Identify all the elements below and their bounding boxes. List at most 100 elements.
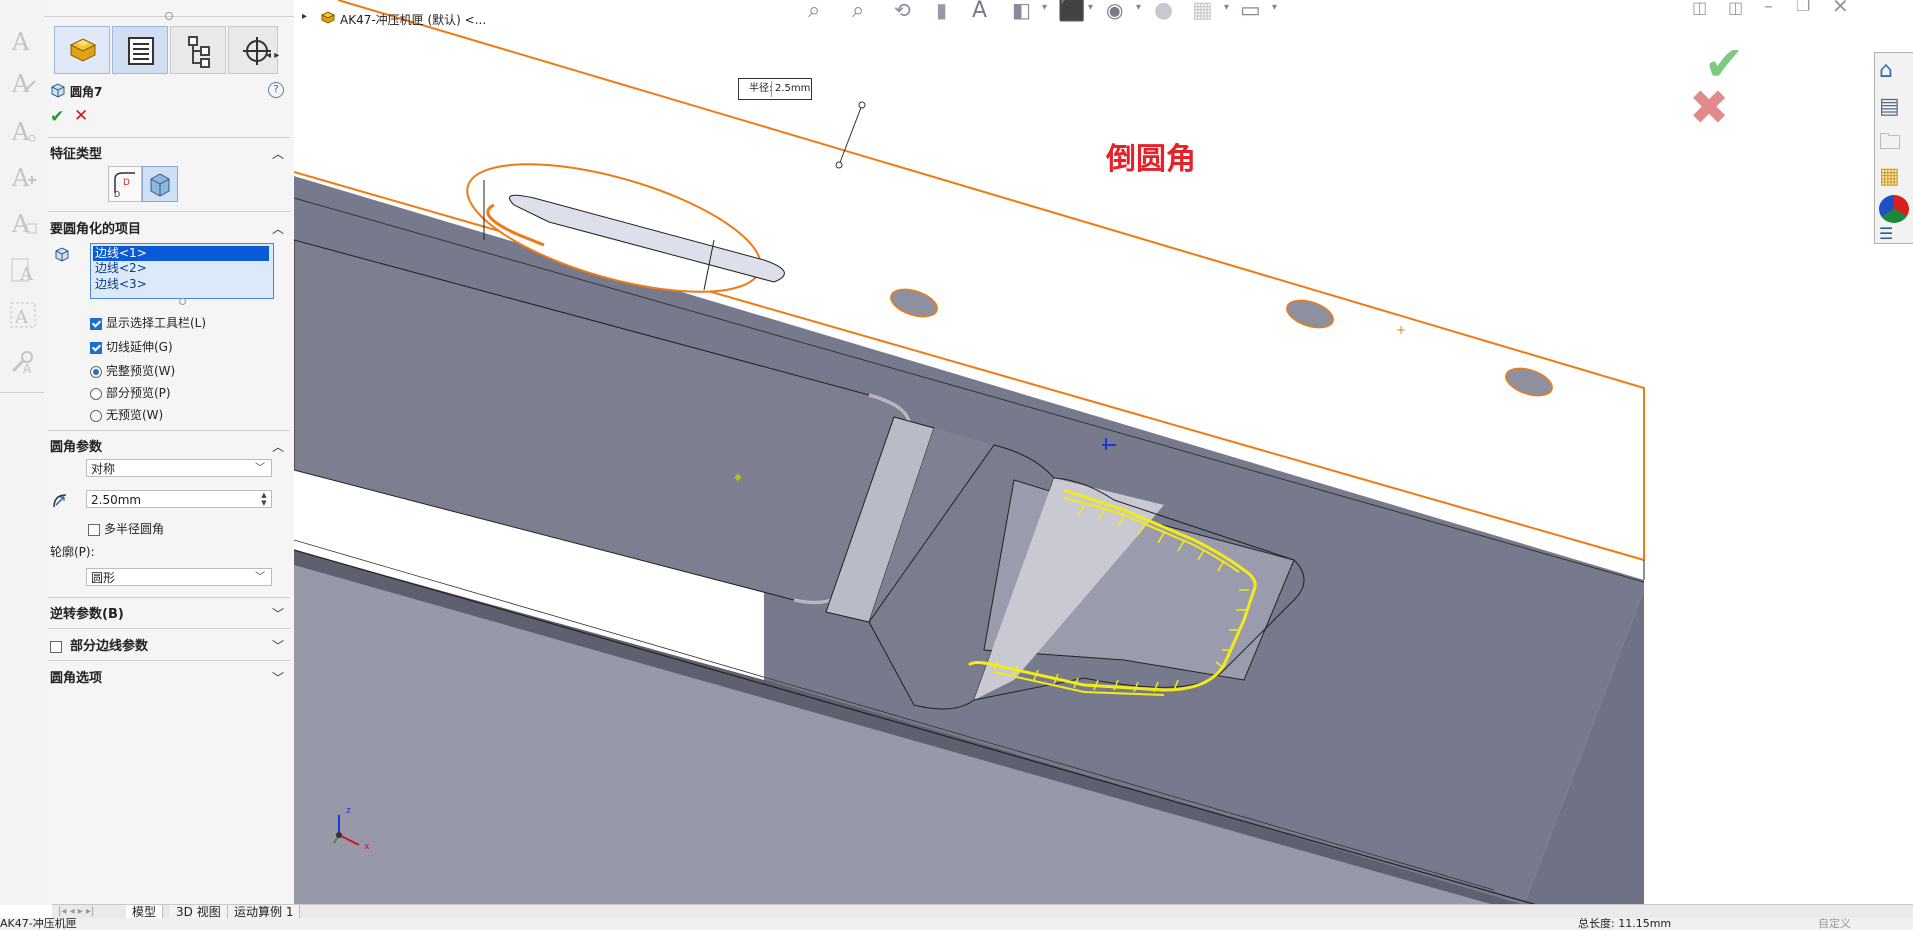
section-view-icon[interactable]: ▮ xyxy=(936,0,947,22)
show-selection-toolbar-checkbox[interactable]: 显示选择工具栏(L) xyxy=(90,314,206,331)
chevron-down-icon[interactable]: ▾ xyxy=(1088,2,1093,13)
manual-fillet-button[interactable]: DD xyxy=(108,166,142,202)
view-orientation-icon[interactable]: ◧ xyxy=(1012,0,1031,22)
design-library-icon[interactable]: ▤ xyxy=(1879,93,1909,121)
fillet-feature-icon xyxy=(50,82,66,98)
partial-preview-radio[interactable]: 部分预览(P) xyxy=(90,384,171,401)
tab-motion-study[interactable]: 运动算例 1 xyxy=(228,905,301,919)
list-resize-handle-icon[interactable] xyxy=(179,298,186,305)
chevron-down-icon[interactable]: ▾ xyxy=(1136,2,1141,13)
heads-up-toolbar: ⌕ ⌕ ⟲ ▮ A ◧ ▾ ⬛ ▾ ◉ ▾ ● ▦ ▾ ▭ ▾ xyxy=(794,0,1434,26)
custom-properties-icon[interactable]: ☰ xyxy=(1879,226,1909,242)
status-units[interactable]: 自定义 xyxy=(1818,918,1851,930)
view-settings-icon[interactable]: ▭ xyxy=(1240,0,1261,23)
previous-view-icon[interactable]: ⟲ xyxy=(894,0,911,22)
tab-3d-view[interactable]: 3D 视图 xyxy=(170,905,228,919)
restore-icon[interactable]: ❐ xyxy=(1796,0,1810,15)
tab-model[interactable]: 模型 xyxy=(126,905,164,919)
apply-scene-icon[interactable]: ▦ xyxy=(1192,0,1213,23)
radio[interactable] xyxy=(90,387,102,400)
text-page-icon[interactable]: A xyxy=(8,256,38,286)
section-fillet-parameters[interactable]: 圆角参数 ︿ xyxy=(50,436,288,458)
minimize-icon[interactable]: – xyxy=(1764,0,1773,17)
wrench-text-icon[interactable]: A xyxy=(8,346,38,376)
tile-right-icon[interactable]: ◫ xyxy=(1728,0,1743,17)
zoom-to-fit-icon[interactable]: ⌕ xyxy=(808,0,820,23)
tab-property-manager[interactable] xyxy=(112,26,168,74)
text-link-icon[interactable]: A xyxy=(8,116,38,146)
manager-tabs: ◂ ▸ xyxy=(44,24,294,76)
radius-input[interactable]: 2.50mm ▲ ▼ xyxy=(86,490,272,508)
chevron-down-icon[interactable]: ▾ xyxy=(1224,2,1229,13)
tangent-propagation-checkbox[interactable]: 切线延伸(G) xyxy=(90,338,173,355)
edit-appearance-icon[interactable]: ● xyxy=(1154,0,1173,23)
section-feature-type[interactable]: 特征类型 ︿ xyxy=(50,143,288,165)
zoom-area-icon[interactable]: ⌕ xyxy=(852,0,864,23)
cancel-button[interactable]: ✕ xyxy=(74,106,88,126)
svg-text:A: A xyxy=(11,28,30,56)
chevron-up-icon[interactable]: ︿ xyxy=(272,438,284,455)
no-preview-radio[interactable]: 无预览(W) xyxy=(90,406,163,423)
list-item[interactable]: 边线<2> xyxy=(93,261,269,276)
section-setback-parameters[interactable]: 逆转参数(B) ﹀ xyxy=(50,603,288,625)
pm-top-splitter[interactable] xyxy=(44,2,294,20)
appearances-icon[interactable] xyxy=(1879,195,1909,223)
radio[interactable] xyxy=(90,409,102,422)
edges-selection-list[interactable]: 边线<1> 边线<2> 边线<3> xyxy=(90,243,274,299)
ok-button[interactable]: ✔ xyxy=(50,107,64,127)
spin-arrows-icon[interactable]: ▲ ▼ xyxy=(259,491,269,507)
section-fillet-options[interactable]: 圆角选项 ﹀ xyxy=(50,667,288,689)
chevron-down-icon[interactable]: ▾ xyxy=(1272,2,1277,13)
text-dashed-icon[interactable]: A xyxy=(8,300,38,330)
radius-callout[interactable]: 半径: 2.5mm xyxy=(738,78,812,100)
list-item[interactable]: 边线<1> xyxy=(93,246,269,261)
tab-configuration-manager[interactable] xyxy=(170,26,226,74)
help-icon[interactable]: ? xyxy=(268,82,284,98)
text-add-icon[interactable]: A xyxy=(8,162,38,192)
tab-scroll-arrows-icon[interactable]: ◂ ▸ xyxy=(266,50,279,61)
fillet-method-select[interactable]: 对称 ﹀ xyxy=(86,459,272,477)
model-view[interactable]: + ◆ xyxy=(294,0,1913,905)
graphics-area[interactable]: + ◆ ▸ AK47-冲压机匣 (默认) <... ⌕ ⌕ ⟲ ▮ A ◧ ▾ … xyxy=(294,0,1913,905)
text-edit-icon[interactable]: A xyxy=(8,68,38,98)
chevron-down-icon[interactable]: ﹀ xyxy=(272,637,284,654)
hide-show-items-icon[interactable]: ◉ xyxy=(1106,0,1123,22)
radio-label: 无预览(W) xyxy=(106,408,164,422)
radio-label: 部分预览(P) xyxy=(106,386,171,400)
tile-left-icon[interactable]: ◫ xyxy=(1692,0,1707,17)
checkbox[interactable] xyxy=(50,640,62,653)
checkbox[interactable] xyxy=(90,317,102,330)
display-style-icon[interactable]: ⬛ xyxy=(1058,0,1085,23)
home-icon[interactable]: ⌂ xyxy=(1879,57,1909,85)
section-partial-edge-parameters[interactable]: 部分边线参数 ﹀ xyxy=(50,635,288,657)
chevron-down-icon[interactable]: ﹀ xyxy=(272,605,284,622)
tree-expand-icon[interactable]: ▸ xyxy=(302,11,307,22)
list-item[interactable]: 边线<3> xyxy=(93,277,269,292)
chevron-up-icon[interactable]: ︿ xyxy=(272,145,284,162)
tab-scroll-arrows-icon[interactable]: |◂ ◂ ▸ ▸| xyxy=(58,905,94,919)
tree-root-label[interactable]: AK47-冲压机匣 (默认) <... xyxy=(340,11,486,28)
full-preview-radio[interactable]: 完整预览(W) xyxy=(90,362,175,379)
text-frame-icon[interactable]: A xyxy=(8,208,38,238)
text-tool-icon[interactable]: A xyxy=(8,26,38,56)
chevron-down-icon[interactable]: ▾ xyxy=(1042,2,1047,13)
profile-select[interactable]: 圆形 ﹀ xyxy=(86,568,272,586)
radio[interactable] xyxy=(90,365,102,378)
splitter-handle-icon[interactable] xyxy=(165,12,173,20)
svg-text:A: A xyxy=(23,362,32,376)
view-palette-icon[interactable]: ▦ xyxy=(1879,163,1909,191)
tab-feature-manager[interactable] xyxy=(54,26,110,74)
filletxpert-button[interactable] xyxy=(142,166,178,202)
section-items-to-fillet[interactable]: 要圆角化的项目 ︿ xyxy=(50,218,288,240)
multi-radius-checkbox[interactable]: 多半径圆角 xyxy=(88,520,164,537)
checkbox[interactable] xyxy=(88,523,100,536)
file-explorer-icon[interactable]: 🗀 xyxy=(1879,129,1909,157)
checkbox[interactable] xyxy=(90,341,102,354)
chevron-down-icon[interactable]: ﹀ xyxy=(272,669,284,686)
close-icon[interactable]: ✕ xyxy=(1832,0,1849,18)
confirm-cancel-icon[interactable]: ✖ xyxy=(1689,80,1729,136)
callout-value[interactable]: 2.5mm xyxy=(775,79,810,99)
dynamic-annotation-icon[interactable]: A xyxy=(972,0,987,23)
svg-text:D: D xyxy=(123,178,130,188)
chevron-up-icon[interactable]: ︿ xyxy=(272,220,284,237)
